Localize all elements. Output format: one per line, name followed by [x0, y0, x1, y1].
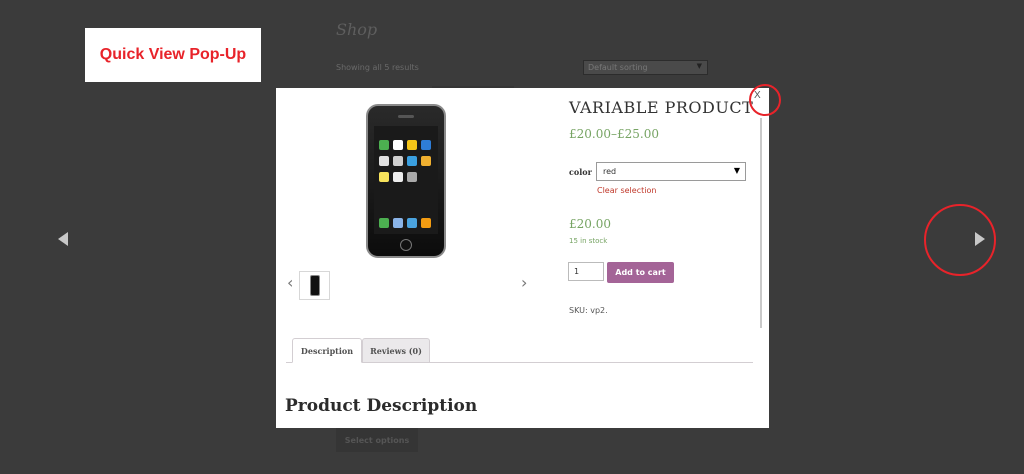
- app-icon: [421, 218, 431, 228]
- description-heading: Product Description: [285, 396, 478, 416]
- phone-speaker: [398, 115, 414, 118]
- app-icon: [421, 156, 431, 166]
- app-icon: [379, 172, 389, 182]
- clear-selection-link[interactable]: Clear selection: [597, 186, 656, 195]
- app-icon: [407, 218, 417, 228]
- app-icon: [407, 140, 417, 150]
- stock-status: 15 in stock: [569, 237, 608, 245]
- phone-screen: [374, 126, 438, 234]
- product-title: VARIABLE PRODUCT: [569, 98, 754, 117]
- close-highlight-circle: [749, 84, 781, 116]
- app-icon: [393, 218, 403, 228]
- chevron-right-icon[interactable]: ›: [521, 275, 527, 291]
- product-image[interactable]: [366, 104, 446, 258]
- color-select-value: red: [603, 167, 617, 176]
- quick-view-annotation: Quick View Pop-Up: [85, 28, 261, 82]
- app-icon: [421, 140, 431, 150]
- app-icon: [393, 172, 403, 182]
- app-icon: [407, 156, 417, 166]
- quantity-input[interactable]: 1: [568, 262, 604, 281]
- thumbnail-phone: [310, 275, 320, 296]
- result-count: Showing all 5 results: [336, 63, 419, 72]
- add-to-cart-button[interactable]: Add to cart: [607, 262, 674, 283]
- shop-title: Shop: [336, 20, 378, 39]
- sku: SKU: vp2.: [569, 306, 608, 315]
- app-icon: [393, 156, 403, 166]
- dropdown-arrow-icon: ▼: [696, 62, 702, 70]
- app-icon: [393, 140, 403, 150]
- phone-home-button: [400, 239, 412, 251]
- gallery-thumbnail[interactable]: [299, 271, 330, 300]
- quick-view-modal: [276, 88, 769, 428]
- app-icon: [379, 156, 389, 166]
- price-range: £20.00–£25.00: [569, 127, 659, 141]
- variation-price: £20.00: [569, 217, 611, 231]
- triangle-left-icon[interactable]: [58, 232, 68, 246]
- app-icon: [379, 218, 389, 228]
- chevron-left-icon[interactable]: ‹: [287, 275, 293, 291]
- tab-reviews[interactable]: Reviews (0): [362, 338, 430, 363]
- sorting-select-value: Default sorting: [588, 63, 648, 72]
- next-highlight-circle: [924, 204, 996, 276]
- app-icon: [407, 172, 417, 182]
- select-options-button[interactable]: Select options: [336, 428, 418, 452]
- app-icon: [379, 140, 389, 150]
- chevron-down-icon: ▼: [733, 166, 740, 175]
- modal-scrollbar[interactable]: [760, 118, 762, 328]
- color-select[interactable]: red ▼: [596, 162, 746, 181]
- tab-description[interactable]: Description: [292, 338, 362, 363]
- color-label: color: [569, 167, 592, 177]
- sorting-select[interactable]: Default sorting ▼: [583, 60, 708, 75]
